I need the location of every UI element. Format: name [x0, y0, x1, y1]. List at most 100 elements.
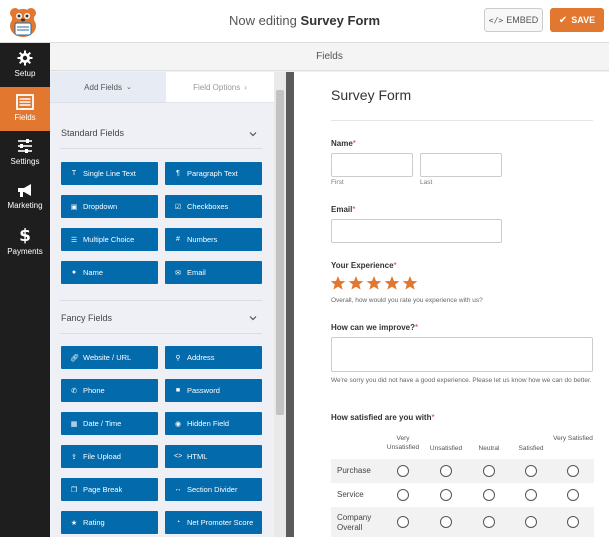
field-button-paragraph-text[interactable]: ¶ Paragraph Text [165, 162, 262, 185]
star-icon[interactable] [348, 275, 364, 291]
button-label: File Upload [83, 452, 121, 461]
nav-item-marketing[interactable]: Marketing [0, 175, 50, 219]
wpforms-logo-icon [10, 8, 36, 37]
field-button-net-promoter-score[interactable]: ◔ Net Promoter Score [165, 511, 262, 534]
chevron-down-icon[interactable] [248, 313, 258, 323]
field-button-dropdown[interactable]: ▣ Dropdown [61, 195, 158, 218]
field-button-checkboxes[interactable]: ☑ Checkboxes [165, 195, 262, 218]
embed-button[interactable]: </> EMBED [484, 8, 543, 32]
improve-description: We're sorry you did not have a good expe… [331, 377, 592, 384]
field-button-file-upload[interactable]: ⇪ File Upload [61, 445, 158, 468]
first-sublabel: First [331, 179, 344, 186]
likert-radio[interactable] [525, 465, 537, 477]
code-icon: <> [174, 453, 183, 460]
button-label: Page Break [83, 485, 123, 494]
standard-fields-title: Standard Fields [61, 128, 125, 138]
field-button-date-time[interactable]: ▦ Date / Time [61, 412, 158, 435]
chevron-down-icon: ⌄ [125, 84, 132, 91]
field-button-page-break[interactable]: ❐ Page Break [61, 478, 158, 501]
star-icon[interactable] [366, 275, 382, 291]
field-button-numbers[interactable]: # Numbers [165, 228, 262, 251]
field-button-email[interactable]: ✉ Email [165, 261, 262, 284]
nav-item-fields[interactable]: Fields [0, 87, 50, 131]
likert-radio[interactable] [483, 489, 495, 501]
likert-radio[interactable] [567, 489, 579, 501]
likert-radio[interactable] [567, 465, 579, 477]
field-button-html[interactable]: <> HTML [165, 445, 262, 468]
nav-label: Fields [14, 113, 36, 122]
field-button-phone[interactable]: ✆ Phone [61, 379, 158, 402]
likert-row-label: Purchase [337, 466, 371, 475]
field-button-rating[interactable]: ★ Rating [61, 511, 158, 534]
save-button[interactable]: ✔ SAVE [550, 8, 604, 32]
nav-item-payments[interactable]: $ Payments [0, 219, 50, 263]
likert-row-label: Company Overall [337, 513, 372, 532]
form-preview: Survey Form Name* First Last Email* Your… [294, 72, 609, 537]
list-icon [16, 94, 34, 110]
field-button-single-line-text[interactable]: T Single Line Text [61, 162, 158, 185]
field-label-name: Name* [331, 139, 356, 148]
top-bar: Now editing Survey Form </> EMBED ✔ SAVE [0, 0, 609, 43]
likert-radio[interactable] [440, 516, 452, 528]
lock-icon: ■ [175, 387, 181, 394]
field-button-name[interactable]: ● Name [61, 261, 158, 284]
last-sublabel: Last [420, 179, 433, 186]
last-name-input[interactable] [420, 153, 502, 177]
field-label-email: Email* [331, 205, 356, 214]
tab-label: Field Options [193, 82, 241, 92]
scrollbar-thumb[interactable] [276, 90, 284, 415]
likert-radio[interactable] [525, 516, 537, 528]
code-icon: </> [488, 15, 504, 25]
user-icon: ● [71, 269, 77, 276]
star-icon[interactable] [384, 275, 400, 291]
first-name-input[interactable] [331, 153, 413, 177]
star-icon[interactable] [330, 275, 346, 291]
nav-label: Setup [14, 69, 36, 78]
calendar-icon: ▦ [70, 420, 78, 428]
field-button-website-url[interactable]: 🔗︎ Website / URL [61, 346, 158, 369]
likert-radio[interactable] [567, 516, 579, 528]
divider [60, 333, 262, 334]
button-label: Address [187, 353, 215, 362]
link-icon: 🔗︎ [70, 354, 79, 362]
likert-radio[interactable] [483, 465, 495, 477]
field-button-multiple-choice[interactable]: ☰ Multiple Choice [61, 228, 158, 251]
paragraph-icon: ¶ [176, 170, 180, 177]
field-label-likert: How satisfied are you with* [331, 413, 435, 422]
email-input[interactable] [331, 219, 502, 243]
likert-radio[interactable] [525, 489, 537, 501]
megaphone-icon [18, 184, 31, 197]
likert-radio[interactable] [440, 465, 452, 477]
likert-row-service: Service [331, 483, 594, 507]
likert-radio[interactable] [483, 516, 495, 528]
field-button-hidden-field[interactable]: ◉ Hidden Field [165, 412, 262, 435]
gauge-icon: ◔ [175, 519, 181, 526]
likert-radio[interactable] [397, 465, 409, 477]
nav-item-settings[interactable]: Settings [0, 131, 50, 175]
star-icon[interactable] [402, 275, 418, 291]
chevron-down-icon[interactable] [248, 129, 258, 139]
field-button-password[interactable]: ■ Password [165, 379, 262, 402]
button-label: Section Divider [187, 485, 238, 494]
improve-textarea[interactable] [331, 337, 593, 372]
nav-item-setup[interactable]: Setup [0, 43, 50, 87]
tab-add-fields[interactable]: Add Fields ⌄ [50, 72, 166, 103]
field-button-address[interactable]: ⚲ Address [165, 346, 262, 369]
nav-label: Payments [7, 247, 43, 256]
button-label: Numbers [187, 235, 218, 244]
likert-column-header: Satisfied [518, 445, 544, 452]
button-label: Checkboxes [187, 202, 229, 211]
likert-radio[interactable] [440, 489, 452, 501]
dollar-icon: $ [19, 226, 31, 244]
button-label: Hidden Field [187, 419, 230, 428]
form-title: Survey Form [331, 87, 412, 103]
button-label: Rating [83, 518, 105, 527]
map-marker-icon: ⚲ [175, 354, 181, 362]
star-rating[interactable] [330, 275, 418, 291]
envelope-icon: ✉ [175, 269, 181, 277]
likert-radio[interactable] [397, 516, 409, 528]
likert-radio[interactable] [397, 489, 409, 501]
tab-field-options[interactable]: Field Options › [166, 72, 274, 103]
list-bullets-icon: ☰ [70, 236, 78, 244]
field-button-section-divider[interactable]: ↔ Section Divider [165, 478, 262, 501]
